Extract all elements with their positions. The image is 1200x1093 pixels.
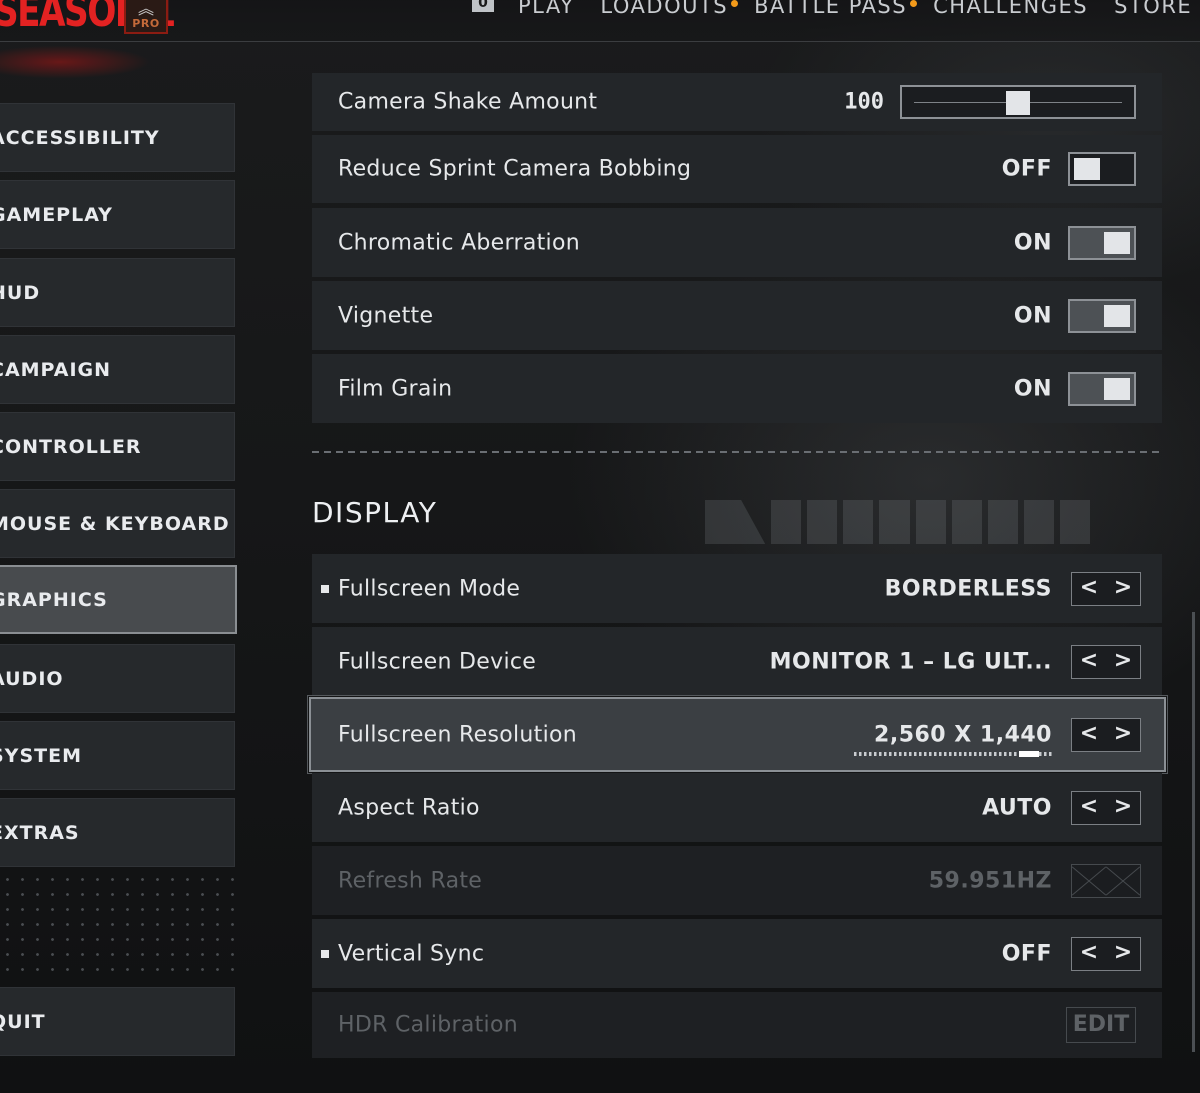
setting-value: ON bbox=[1013, 376, 1052, 401]
setting-hdr-calibration: HDR Calibration EDIT bbox=[312, 992, 1162, 1058]
notification-dot-icon bbox=[910, 0, 918, 7]
arrow-left-icon[interactable]: < bbox=[1072, 938, 1106, 970]
sidebar-item-mouse-keyboard[interactable]: MOUSE & KEYBOARD bbox=[0, 489, 235, 558]
arrow-right-icon[interactable]: > bbox=[1106, 938, 1140, 970]
setting-label: Fullscreen Mode bbox=[338, 576, 521, 601]
arrow-right-icon[interactable]: > bbox=[1106, 646, 1140, 678]
setting-value: OFF bbox=[1001, 156, 1052, 182]
chromatic-aberration-toggle[interactable] bbox=[1068, 225, 1136, 260]
setting-value: BORDERLESS bbox=[884, 576, 1052, 601]
section-divider bbox=[312, 451, 1162, 453]
main-nav: 0 PLAY LOADOUTS BATTLE PASS CHALLENGES S… bbox=[472, 0, 1200, 24]
setting-value: 2,560 X 1,440 bbox=[874, 722, 1052, 747]
setting-label: Vertical Sync bbox=[338, 941, 485, 966]
sidebar-item-campaign[interactable]: CAMPAIGN bbox=[0, 335, 235, 404]
nav-battle-pass[interactable]: BATTLE PASS bbox=[754, 0, 918, 18]
sidebar-item-quit[interactable]: QUIT bbox=[0, 987, 235, 1056]
sidebar-item-gameplay[interactable]: GAMEPLAY bbox=[0, 180, 235, 249]
setting-label: Chromatic Aberration bbox=[338, 230, 580, 255]
toggle-knob bbox=[1104, 377, 1130, 400]
setting-fullscreen-device[interactable]: Fullscreen Device MONITOR 1 – LG ULT... … bbox=[312, 627, 1162, 696]
toggle-knob bbox=[1074, 158, 1100, 180]
sidebar-item-hud[interactable]: HUD bbox=[0, 258, 235, 327]
disabled-right-icon bbox=[1106, 865, 1140, 897]
toggle-knob bbox=[1104, 304, 1130, 327]
nav-challenges[interactable]: CHALLENGES bbox=[933, 0, 1088, 18]
arrow-right-icon[interactable]: > bbox=[1106, 792, 1140, 824]
sprint-bobbing-toggle[interactable] bbox=[1068, 152, 1136, 186]
setting-fullscreen-resolution[interactable]: Fullscreen Resolution 2,560 X 1,440 < > bbox=[307, 695, 1168, 774]
setting-vignette[interactable]: Vignette ON bbox=[312, 281, 1162, 350]
setting-vertical-sync[interactable]: Vertical Sync OFF < > bbox=[312, 919, 1162, 988]
disabled-left-icon bbox=[1072, 865, 1106, 897]
option-arrows: < > bbox=[1071, 717, 1141, 752]
setting-label: HDR Calibration bbox=[338, 1012, 518, 1038]
hdr-edit-button: EDIT bbox=[1066, 1007, 1136, 1043]
sidebar-item-extras[interactable]: EXTRAS bbox=[0, 798, 235, 867]
sidebar-item-controller[interactable]: CONTROLLER bbox=[0, 412, 235, 481]
vignette-toggle[interactable] bbox=[1068, 298, 1136, 333]
rank-chevron-icon: ︽ bbox=[137, 0, 154, 18]
arrow-left-icon[interactable]: < bbox=[1072, 792, 1106, 824]
option-arrows: < > bbox=[1071, 790, 1141, 825]
option-arrows: < > bbox=[1071, 571, 1141, 606]
sidebar-item-graphics[interactable]: GRAPHICS bbox=[0, 565, 237, 634]
option-arrows: < > bbox=[1071, 644, 1141, 679]
nav-loadouts[interactable]: LOADOUTS bbox=[600, 0, 739, 18]
setting-label: Camera Shake Amount bbox=[338, 89, 598, 115]
background-decoration bbox=[705, 500, 1091, 544]
arrow-left-icon[interactable]: < bbox=[1072, 646, 1106, 678]
setting-chromatic-aberration[interactable]: Chromatic Aberration ON bbox=[312, 208, 1162, 277]
sidebar-item-audio[interactable]: AUDIO bbox=[0, 644, 235, 713]
modified-marker-icon bbox=[321, 584, 329, 593]
toggle-knob bbox=[1104, 231, 1130, 254]
setting-label: Fullscreen Device bbox=[338, 649, 537, 674]
notification-dot-icon bbox=[731, 0, 739, 7]
slider-thumb[interactable] bbox=[1006, 91, 1030, 115]
sidebar-dot-pattern bbox=[0, 872, 235, 972]
setting-aspect-ratio[interactable]: Aspect Ratio AUTO < > bbox=[312, 773, 1162, 842]
setting-refresh-rate: Refresh Rate 59.951HZ bbox=[312, 846, 1162, 915]
arrow-left-icon[interactable]: < bbox=[1072, 719, 1106, 751]
option-arrows: < > bbox=[1071, 936, 1141, 971]
arrow-right-icon[interactable]: > bbox=[1106, 719, 1140, 751]
key-hint-icon: 0 bbox=[472, 0, 494, 12]
nav-play[interactable]: PLAY bbox=[518, 0, 574, 18]
setting-fullscreen-mode[interactable]: Fullscreen Mode BORDERLESS < > bbox=[312, 554, 1162, 623]
setting-label: Refresh Rate bbox=[338, 868, 483, 893]
setting-film-grain[interactable]: Film Grain ON bbox=[312, 354, 1162, 423]
setting-value: 59.951HZ bbox=[928, 868, 1052, 893]
current-position-mark bbox=[1019, 751, 1039, 757]
modified-marker-icon bbox=[321, 949, 329, 958]
film-grain-toggle[interactable] bbox=[1068, 371, 1136, 406]
pro-badge-label: PRO bbox=[132, 17, 160, 30]
setting-value: ON bbox=[1013, 230, 1052, 255]
setting-reduce-sprint-bobbing[interactable]: Reduce Sprint Camera Bobbing OFF bbox=[312, 135, 1162, 203]
setting-label: Reduce Sprint Camera Bobbing bbox=[338, 156, 692, 182]
setting-label: Aspect Ratio bbox=[338, 795, 480, 820]
setting-label: Vignette bbox=[338, 303, 434, 328]
option-position-indicator bbox=[854, 751, 1052, 757]
settings-scrollbar[interactable] bbox=[1192, 612, 1195, 1052]
setting-value: OFF bbox=[1001, 941, 1052, 966]
camera-shake-slider[interactable] bbox=[900, 85, 1136, 119]
setting-value: AUTO bbox=[982, 795, 1052, 820]
setting-camera-shake[interactable]: Camera Shake Amount 100 bbox=[312, 73, 1162, 131]
setting-value: MONITOR 1 – LG ULT... bbox=[769, 649, 1052, 674]
section-title-display: DISPLAY bbox=[312, 496, 438, 529]
setting-label: Film Grain bbox=[338, 376, 453, 401]
arrow-right-icon[interactable]: > bbox=[1106, 573, 1140, 605]
pro-badge: ︽ PRO bbox=[124, 0, 168, 34]
setting-label: Fullscreen Resolution bbox=[338, 722, 577, 747]
option-arrows-disabled bbox=[1071, 863, 1141, 898]
top-bar: SEASON 1 ︽ PRO 0 PLAY LOADOUTS BATTLE PA… bbox=[0, 0, 1200, 42]
slider-value: 100 bbox=[844, 89, 884, 115]
setting-value: ON bbox=[1013, 303, 1052, 328]
nav-store[interactable]: STORE bbox=[1114, 0, 1192, 18]
sidebar-item-system[interactable]: SYSTEM bbox=[0, 721, 235, 790]
arrow-left-icon[interactable]: < bbox=[1072, 573, 1106, 605]
sidebar-item-accessibility[interactable]: ACCESSIBILITY bbox=[0, 103, 235, 172]
logo-glow bbox=[0, 42, 230, 97]
